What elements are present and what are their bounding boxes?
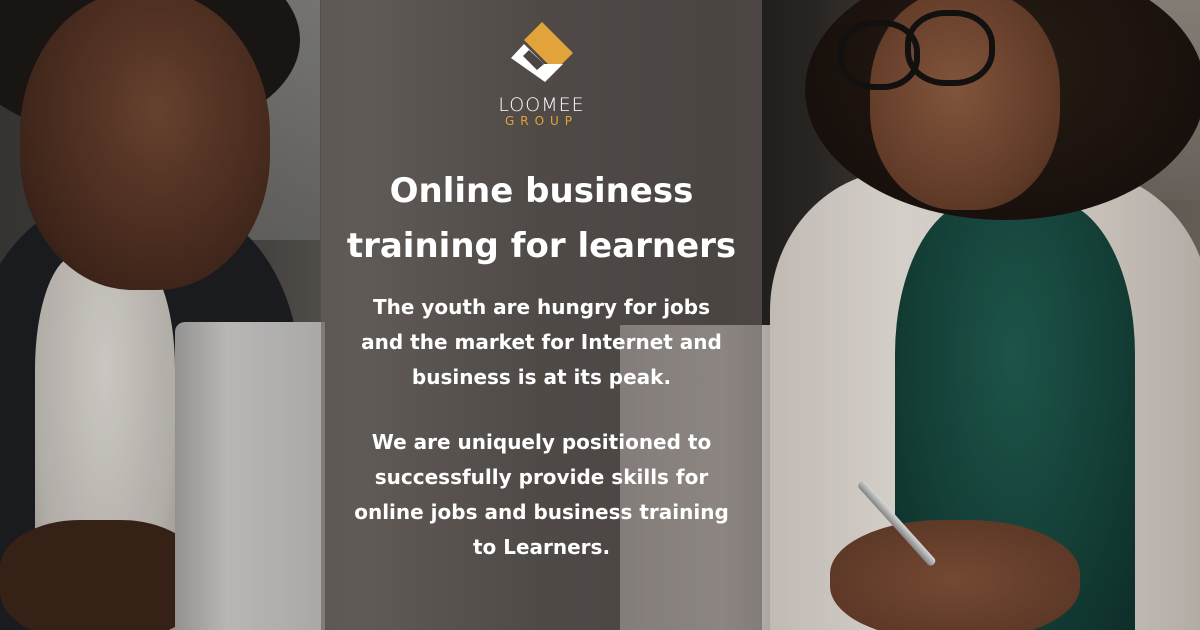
promo-banner: LOOMEE GROUP Online business training fo… — [0, 0, 1200, 630]
brand-logo: LOOMEE GROUP — [321, 20, 762, 128]
brand-name: LOOMEE — [498, 94, 585, 116]
paragraph-line: and the market for Internet and — [361, 330, 722, 354]
paragraph-line: We are uniquely positioned to — [371, 430, 712, 454]
paragraph-line: business is at its peak. — [411, 365, 672, 389]
content-panel: LOOMEE GROUP Online business training fo… — [321, 0, 762, 630]
intro-paragraph: The youth are hungry for jobs and the ma… — [321, 290, 762, 395]
positioning-paragraph: We are uniquely positioned to successful… — [321, 425, 762, 565]
headline-line: Online business — [389, 171, 694, 211]
paragraph-line: The youth are hungry for jobs — [372, 295, 711, 319]
headline-line: training for learners — [346, 226, 737, 266]
brand-sub: GROUP — [504, 114, 579, 128]
paragraph-line: to Learners. — [472, 535, 611, 559]
paragraph-line: online jobs and business training — [354, 500, 729, 524]
headline: Online business training for learners — [321, 164, 762, 274]
diamond-l-logo-icon — [510, 22, 573, 82]
paragraph-line: successfully provide skills for — [374, 465, 709, 489]
